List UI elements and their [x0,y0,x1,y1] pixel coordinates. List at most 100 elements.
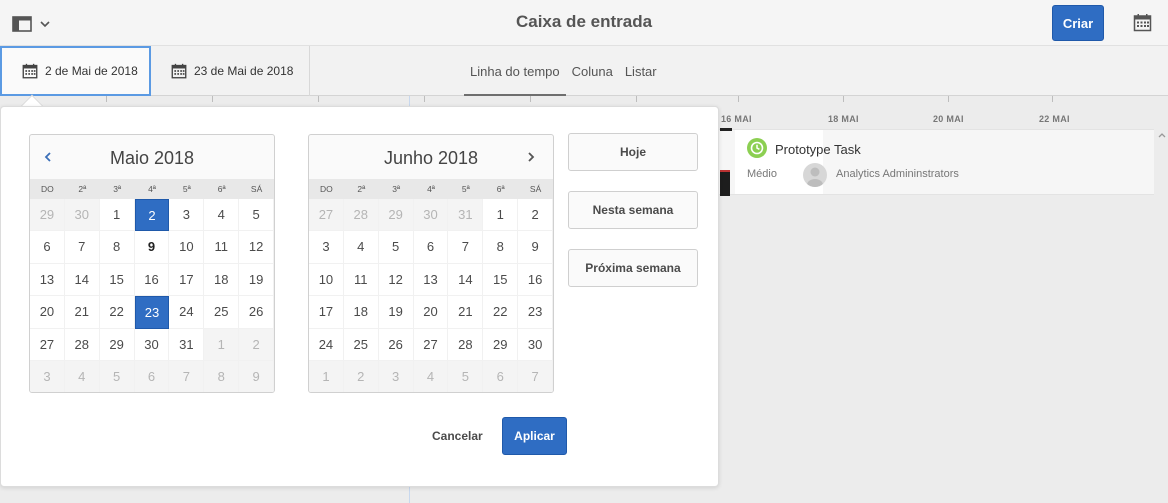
calendar-day[interactable]: 31 [169,328,205,361]
calendar-day[interactable]: 1 [483,199,519,232]
calendar-day[interactable]: 14 [64,263,100,297]
calendar-day[interactable]: 3 [378,360,414,392]
calendar-day[interactable]: 3 [169,199,205,232]
calendar-day[interactable]: 10 [169,231,205,264]
calendar-day[interactable]: 16 [518,263,553,297]
calendar-day[interactable]: 6 [483,360,519,392]
calendar-day[interactable]: 5 [378,231,414,264]
calendar-day[interactable]: 17 [169,263,205,297]
calendar-day[interactable]: 29 [99,328,135,361]
calendar-day-selected[interactable]: 23 [134,296,170,329]
calendar-day[interactable]: 1 [204,328,240,361]
calendar-day[interactable]: 21 [64,296,100,329]
calendar-day[interactable]: 2 [343,360,379,392]
calendar-day[interactable]: 29 [378,199,414,232]
calendar-day[interactable]: 28 [343,199,379,232]
calendar-day[interactable]: 5 [448,360,484,392]
calendar-day[interactable]: 28 [64,328,100,361]
calendar-day[interactable]: 6 [30,231,65,264]
calendar-day[interactable]: 5 [99,360,135,392]
calendar-day[interactable]: 22 [483,296,519,329]
calendar-day[interactable]: 15 [99,263,135,297]
chevron-left-icon[interactable] [40,149,56,165]
calendar-day[interactable]: 15 [483,263,519,297]
calendar-day[interactable]: 2 [518,199,553,232]
next-week-button[interactable]: Próxima semana [568,249,698,287]
calendar-day[interactable]: 3 [309,231,344,264]
calendar-day[interactable]: 9 [239,360,274,392]
calendar-day[interactable]: 12 [378,263,414,297]
calendar-day[interactable]: 28 [448,328,484,361]
calendar-day[interactable]: 11 [204,231,240,264]
calendar-day[interactable]: 20 [30,296,65,329]
calendar-day[interactable]: 5 [239,199,274,232]
calendar-day[interactable]: 10 [309,263,344,297]
calendar-day[interactable]: 26 [239,296,274,329]
tab-column[interactable]: Coluna [568,46,617,96]
calendar-day[interactable]: 14 [448,263,484,297]
calendar-day[interactable]: 1 [309,360,344,392]
tab-list[interactable]: Listar [621,46,661,96]
this-week-button[interactable]: Nesta semana [568,191,698,229]
calendar-day[interactable]: 11 [343,263,379,297]
calendar-day-selected[interactable]: 2 [134,199,170,232]
cancel-button[interactable]: Cancelar [432,420,483,452]
calendar-day[interactable]: 18 [204,263,240,297]
calendar-day[interactable]: 30 [518,328,553,361]
calendar-day[interactable]: 7 [518,360,553,392]
end-date-button[interactable]: 23 de Mai de 2018 [151,46,310,96]
calendar-day[interactable]: 27 [30,328,65,361]
calendar-day[interactable]: 13 [413,263,449,297]
calendar-day[interactable]: 8 [99,231,135,264]
calendar-day[interactable]: 24 [309,328,344,361]
calendar-day[interactable]: 24 [169,296,205,329]
calendar-day[interactable]: 9 [518,231,553,264]
calendar-day[interactable]: 4 [64,360,100,392]
calendar-day[interactable]: 18 [343,296,379,329]
calendar-day[interactable]: 1 [99,199,135,232]
calendar-day[interactable]: 6 [413,231,449,264]
calendar-day[interactable]: 29 [483,328,519,361]
calendar-day[interactable]: 7 [64,231,100,264]
calendar-day[interactable]: 30 [64,199,100,232]
calendar-day[interactable]: 12 [239,231,274,264]
calendar-icon[interactable] [1133,13,1152,32]
calendar-day[interactable]: 6 [134,360,170,392]
start-date-button[interactable]: 2 de Mai de 2018 [0,46,151,96]
calendar-day[interactable]: 2 [239,328,274,361]
create-button[interactable]: Criar [1052,5,1104,41]
calendar-day[interactable]: 8 [204,360,240,392]
calendar-day[interactable]: 8 [483,231,519,264]
task-title[interactable]: Prototype Task [775,142,861,157]
calendar-day[interactable]: 25 [204,296,240,329]
calendar-day[interactable]: 17 [309,296,344,329]
calendar-day[interactable]: 31 [448,199,484,232]
scroll-up-arrow[interactable] [1156,128,1168,144]
calendar-day[interactable]: 16 [134,263,170,297]
calendar-day[interactable]: 4 [343,231,379,264]
calendar-day[interactable]: 7 [448,231,484,264]
calendar-day[interactable]: 25 [343,328,379,361]
calendar-day[interactable]: 21 [448,296,484,329]
apply-button[interactable]: Aplicar [502,417,567,455]
calendar-day[interactable]: 4 [413,360,449,392]
calendar-day[interactable]: 26 [378,328,414,361]
calendar-day-today[interactable]: 9 [134,231,170,264]
calendar-day[interactable]: 22 [99,296,135,329]
calendar-day[interactable]: 19 [239,263,274,297]
calendar-day[interactable]: 27 [309,199,344,232]
calendar-day[interactable]: 13 [30,263,65,297]
calendar-day[interactable]: 4 [204,199,240,232]
calendar-day[interactable]: 30 [134,328,170,361]
calendar-day[interactable]: 20 [413,296,449,329]
chevron-right-icon[interactable] [523,149,539,165]
today-button[interactable]: Hoje [568,133,698,171]
calendar-day[interactable]: 19 [378,296,414,329]
tab-timeline[interactable]: Linha do tempo [464,46,566,96]
calendar-day[interactable]: 7 [169,360,205,392]
calendar-day[interactable]: 23 [518,296,553,329]
calendar-day[interactable]: 3 [30,360,65,392]
calendar-day[interactable]: 30 [413,199,449,232]
calendar-day[interactable]: 27 [413,328,449,361]
calendar-day[interactable]: 29 [30,199,65,232]
